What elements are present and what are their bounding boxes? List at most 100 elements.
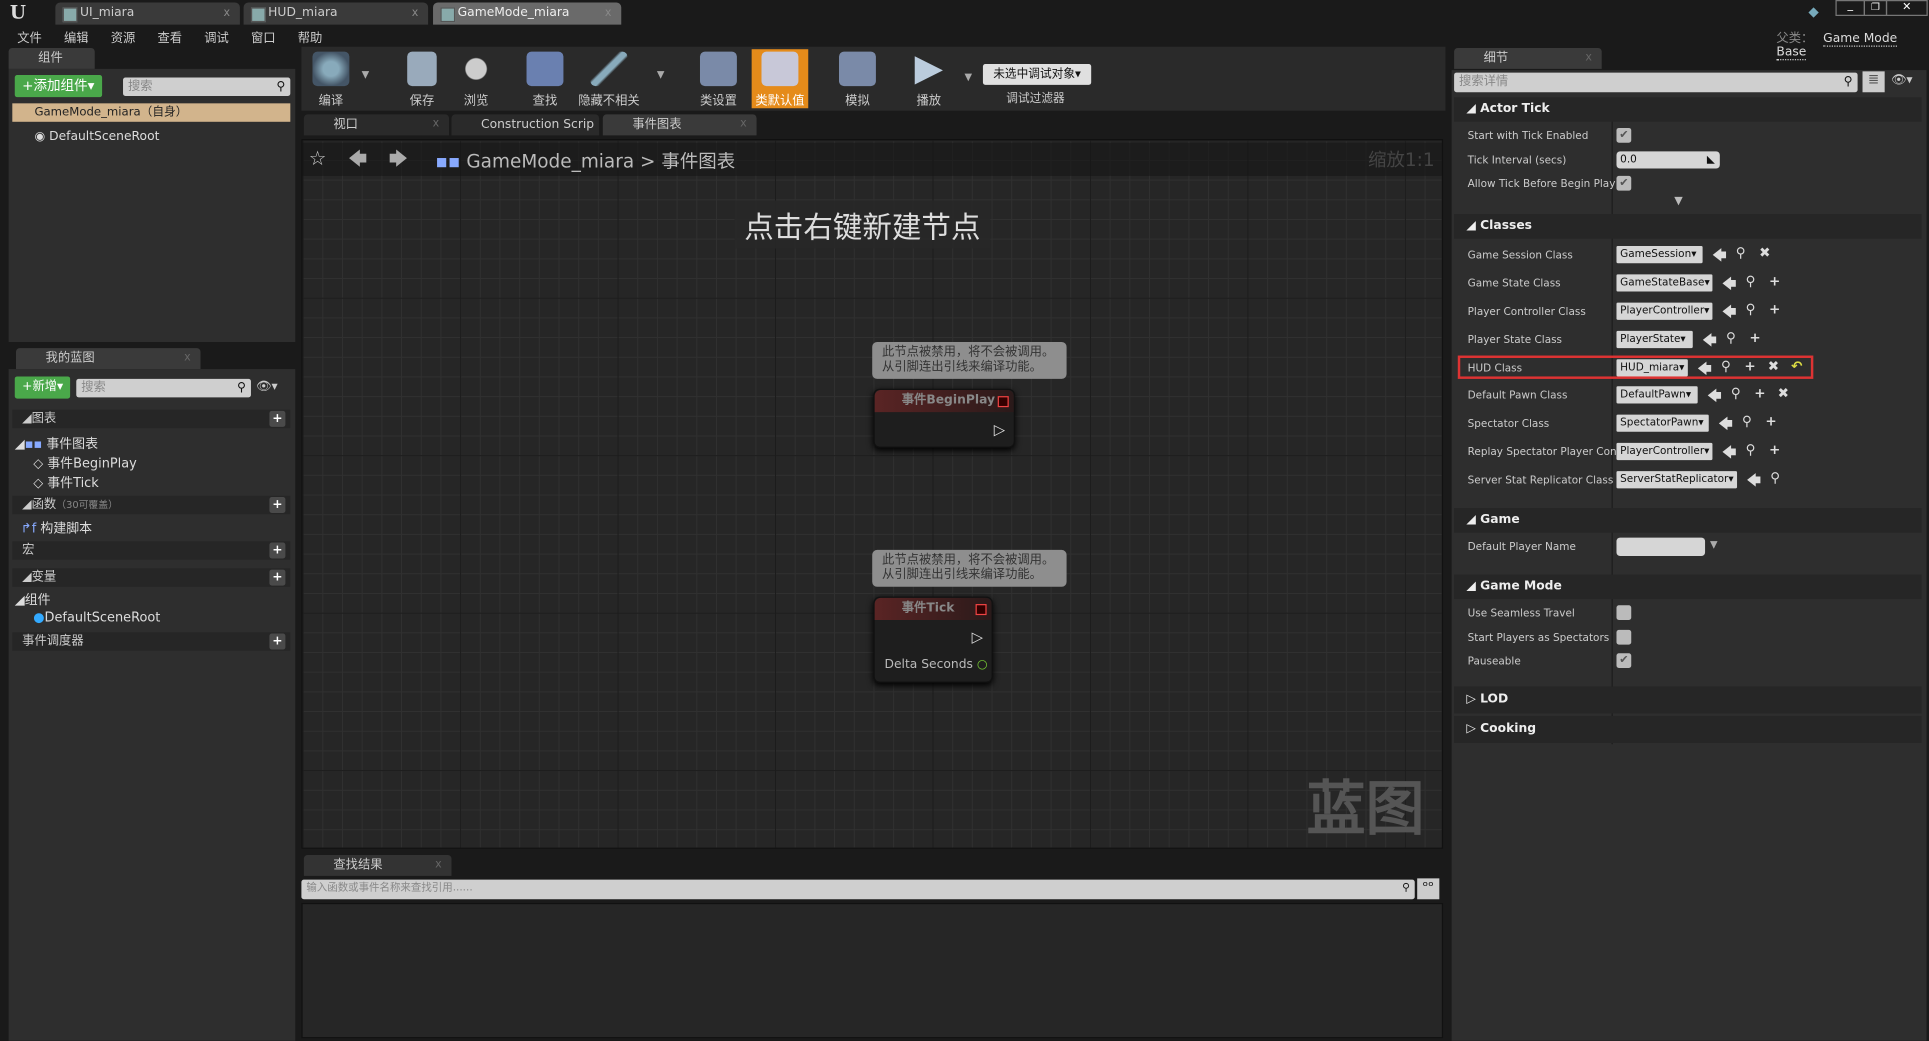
- my-blueprint-search[interactable]: 搜索 ⚲: [76, 378, 251, 398]
- use-selected-icon[interactable]: 🡄: [1703, 330, 1717, 353]
- clear-icon[interactable]: ✖: [1778, 385, 1789, 401]
- event-beginplay-item[interactable]: ◇ 事件BeginPlay: [33, 454, 137, 472]
- close-window-button[interactable]: ✕: [1885, 0, 1928, 16]
- event-tick-node[interactable]: 事件Tick ▷ Delta Seconds ○: [873, 596, 993, 683]
- close-icon[interactable]: x: [740, 114, 747, 135]
- category-actor-tick[interactable]: ◢ Actor Tick: [1454, 97, 1922, 122]
- menu-view[interactable]: 查看: [157, 32, 182, 46]
- close-icon[interactable]: x: [605, 2, 612, 24]
- close-icon[interactable]: x: [412, 2, 419, 24]
- event-beginplay-node[interactable]: 事件BeginPlay ▷: [873, 388, 1015, 448]
- play-button[interactable]: ▶ 播放: [901, 49, 958, 108]
- category-cooking[interactable]: ▷ Cooking: [1454, 715, 1922, 744]
- section-macros[interactable]: 宏 +: [12, 541, 291, 560]
- class-picker[interactable]: PlayerState▾: [1616, 330, 1693, 349]
- class-picker[interactable]: PlayerController▾: [1616, 302, 1713, 320]
- close-icon[interactable]: x: [223, 2, 230, 24]
- details-tab[interactable]: 细节 x: [1454, 47, 1602, 69]
- start-as-spectators-checkbox[interactable]: [1616, 629, 1632, 645]
- class-defaults-button[interactable]: 类默认值: [751, 49, 809, 109]
- details-search[interactable]: 搜索详情 ⚲: [1454, 72, 1858, 93]
- find-in-all-blueprints-button[interactable]: ᵒᵒ: [1417, 878, 1440, 900]
- exec-pin-icon[interactable]: ▷: [972, 629, 983, 646]
- exec-pin-icon[interactable]: ▷: [994, 421, 1005, 438]
- add-icon[interactable]: +: [1769, 301, 1780, 317]
- menu-debug[interactable]: 调试: [204, 32, 229, 46]
- browse-button[interactable]: 浏览: [448, 49, 505, 108]
- use-selected-icon[interactable]: 🡄: [1708, 385, 1722, 408]
- use-selected-icon[interactable]: 🡄: [1712, 245, 1726, 268]
- browse-icon[interactable]: ⚲: [1746, 273, 1756, 289]
- browse-icon[interactable]: ⚲: [1742, 413, 1752, 429]
- section-dispatchers[interactable]: 事件调度器 +: [12, 632, 291, 651]
- components-tab[interactable]: 组件: [8, 47, 95, 69]
- menu-asset[interactable]: 资源: [111, 32, 136, 46]
- class-picker[interactable]: SpectatorPawn▾: [1616, 414, 1709, 432]
- float-pin-icon[interactable]: ○: [977, 658, 988, 672]
- new-button[interactable]: +新增▾: [14, 376, 71, 399]
- find-results-tab[interactable]: 查找结果 x: [303, 854, 452, 876]
- pauseable-checkbox[interactable]: ✔: [1616, 653, 1632, 668]
- category-classes[interactable]: ◢ Classes: [1454, 214, 1922, 239]
- section-variables[interactable]: ◢变量 +: [12, 568, 291, 587]
- tab-event-graph[interactable]: 事件图表 x: [602, 114, 757, 136]
- event-tick-item[interactable]: ◇ 事件Tick: [33, 474, 99, 492]
- browse-icon[interactable]: ⚲: [1726, 330, 1736, 346]
- add-graph-button[interactable]: +: [269, 410, 286, 427]
- use-selected-icon[interactable]: 🡄: [1719, 413, 1733, 436]
- class-picker[interactable]: DefaultPawn▾: [1616, 386, 1698, 404]
- compile-options-dropdown[interactable]: ▼: [362, 69, 370, 80]
- category-lod[interactable]: ▷ LOD: [1454, 686, 1922, 714]
- doc-tab-gamemode[interactable]: GameMode_miara x: [433, 2, 622, 25]
- back-arrow-icon[interactable]: 🡄: [348, 146, 367, 177]
- property-matrix-button[interactable]: ≣: [1862, 71, 1885, 93]
- class-picker[interactable]: GameSession▾: [1616, 246, 1703, 264]
- browse-icon[interactable]: ⚲: [1746, 442, 1756, 458]
- forward-arrow-icon[interactable]: 🡆: [389, 146, 408, 177]
- save-button[interactable]: 保存: [394, 49, 451, 108]
- components-search[interactable]: 搜索 ⚲: [123, 77, 291, 96]
- category-game-mode[interactable]: ◢ Game Mode: [1454, 574, 1922, 600]
- browse-icon[interactable]: ⚲: [1731, 385, 1741, 401]
- add-icon[interactable]: +: [1765, 413, 1776, 429]
- add-macro-button[interactable]: +: [269, 542, 286, 559]
- use-selected-icon[interactable]: 🡄: [1747, 470, 1761, 493]
- minimize-button[interactable]: _: [1835, 0, 1865, 16]
- doc-tab-ui[interactable]: UI_miara x: [55, 2, 240, 25]
- close-icon[interactable]: x: [435, 855, 442, 876]
- doc-tab-hud[interactable]: HUD_miara x: [243, 2, 429, 25]
- maximize-button[interactable]: ❐: [1863, 0, 1888, 16]
- close-icon[interactable]: x: [433, 114, 440, 135]
- use-selected-icon[interactable]: 🡄: [1722, 301, 1736, 324]
- class-picker[interactable]: PlayerController▾: [1616, 442, 1713, 461]
- class-picker[interactable]: GameStateBase▾: [1616, 274, 1713, 292]
- tick-interval-input[interactable]: 0.0 ◣: [1616, 151, 1720, 169]
- menu-edit[interactable]: 编辑: [64, 32, 89, 46]
- start-with-tick-checkbox[interactable]: ✔: [1616, 127, 1632, 143]
- tab-construction-script[interactable]: Construction Scrip: [451, 114, 600, 136]
- find-results-input[interactable]: 输入函数或事件名称来查找引用...... ⚲: [301, 879, 1415, 900]
- favorite-star-icon[interactable]: ☆: [309, 146, 327, 169]
- construction-script-item[interactable]: ↱f 构建脚本: [21, 519, 92, 537]
- use-selected-icon[interactable]: 🡄: [1722, 273, 1736, 296]
- close-icon[interactable]: x: [184, 348, 191, 369]
- delegate-pin-icon[interactable]: [975, 604, 987, 616]
- component-variable-item[interactable]: ●DefaultSceneRoot: [33, 610, 160, 625]
- use-selected-icon[interactable]: 🡄: [1722, 442, 1736, 465]
- add-icon[interactable]: +: [1749, 330, 1760, 346]
- hide-unrelated-button[interactable]: 隐藏不相关: [573, 49, 644, 108]
- simulate-button[interactable]: 模拟: [829, 49, 886, 108]
- default-player-name-input[interactable]: [1616, 537, 1706, 557]
- chevron-down-icon[interactable]: ▼: [1710, 539, 1718, 550]
- class-settings-button[interactable]: 类设置: [690, 49, 747, 108]
- event-graph-item[interactable]: ◢▪▪ 事件图表: [15, 434, 98, 452]
- add-icon[interactable]: +: [1769, 442, 1780, 458]
- delegate-pin-icon[interactable]: [997, 396, 1009, 408]
- add-icon[interactable]: +: [1769, 273, 1780, 289]
- tab-viewport[interactable]: 视口 x: [303, 114, 450, 136]
- view-options-icon[interactable]: 👁▾: [1891, 74, 1913, 88]
- clear-icon[interactable]: ✖: [1759, 245, 1770, 261]
- compile-button[interactable]: 编译: [303, 49, 360, 108]
- menu-help[interactable]: 帮助: [298, 32, 323, 46]
- class-picker[interactable]: ServerStatReplicator▾: [1616, 471, 1738, 489]
